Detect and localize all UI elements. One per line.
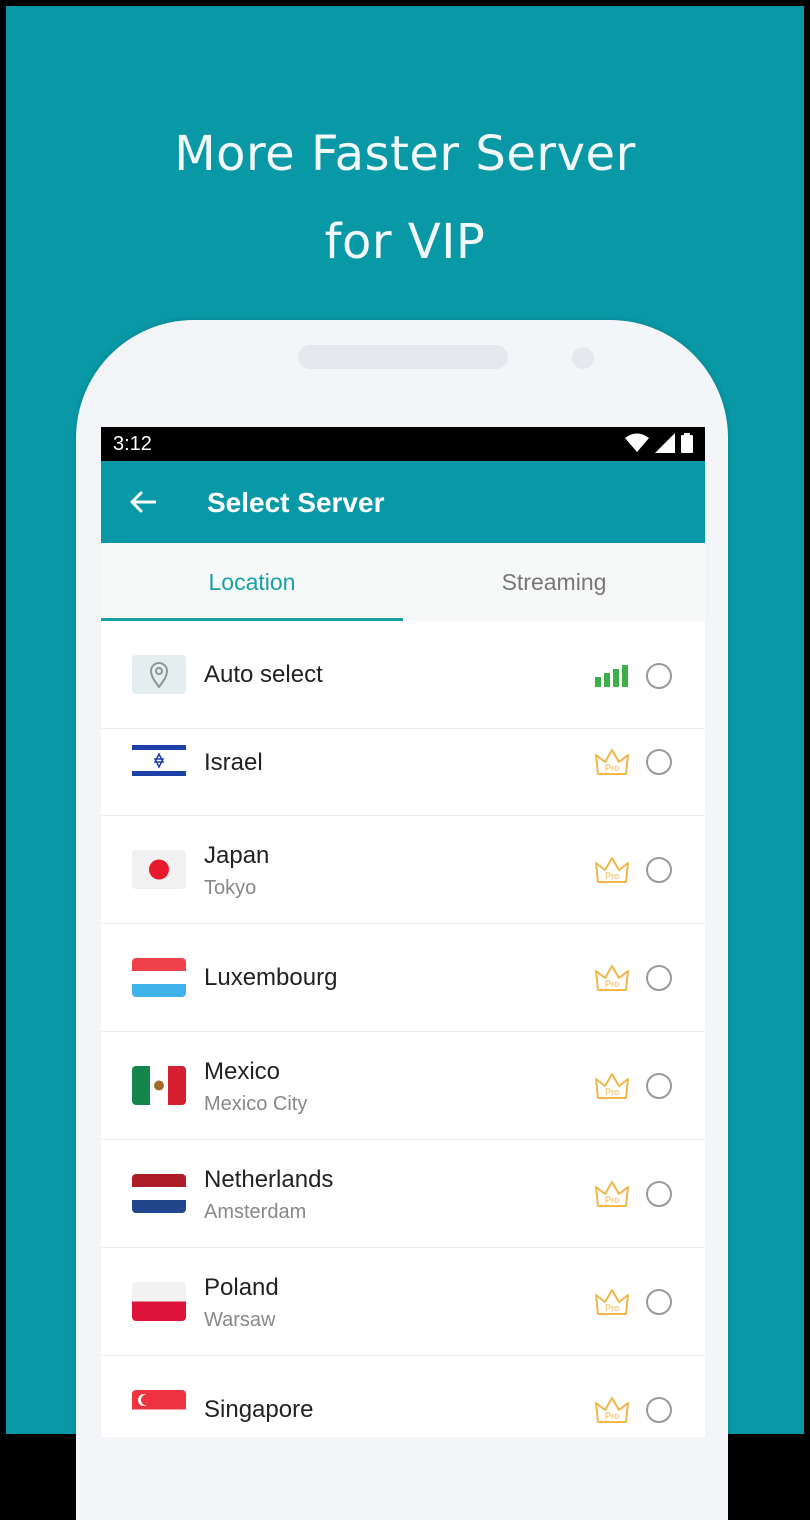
svg-text:Pro: Pro xyxy=(605,871,619,881)
luxembourg-flag-icon xyxy=(132,958,186,997)
server-item-auto-select[interactable]: Auto select xyxy=(101,621,705,729)
server-item-mexico[interactable]: Mexico Mexico City Pro xyxy=(101,1032,705,1140)
server-name: Mexico xyxy=(204,1058,281,1085)
tab-location[interactable]: Location xyxy=(101,543,403,621)
svg-text:Pro: Pro xyxy=(605,1195,619,1205)
server-name: Poland xyxy=(204,1274,279,1301)
server-radio[interactable] xyxy=(646,749,672,775)
server-item-netherlands[interactable]: Netherlands Amsterdam Pro xyxy=(101,1140,705,1248)
back-button[interactable] xyxy=(121,483,165,521)
svg-text:Pro: Pro xyxy=(605,979,619,989)
tab-bar: Location Streaming xyxy=(101,543,705,621)
server-city: Warsaw xyxy=(204,1309,276,1331)
server-item-japan[interactable]: Japan Tokyo Pro xyxy=(101,816,705,924)
cell-signal-icon xyxy=(655,433,675,453)
server-item-poland[interactable]: Poland Warsaw Pro xyxy=(101,1248,705,1356)
pro-crown-icon: Pro xyxy=(595,1181,629,1207)
status-bar: 3:12 xyxy=(101,427,705,461)
promo-headline-line2: for VIP xyxy=(324,214,486,270)
israel-flag-icon xyxy=(132,741,186,780)
pro-crown-icon: Pro xyxy=(595,965,629,991)
pro-crown-icon: Pro xyxy=(595,857,629,883)
mexico-flag-icon xyxy=(132,1066,186,1105)
back-arrow-icon xyxy=(130,491,156,513)
location-pin-icon xyxy=(132,655,186,694)
signal-bars-icon xyxy=(595,665,628,687)
pro-crown-icon: Pro xyxy=(595,1289,629,1315)
server-radio[interactable] xyxy=(646,857,672,883)
server-city: Tokyo xyxy=(204,877,257,899)
server-name: Singapore xyxy=(204,1396,314,1423)
battery-icon xyxy=(681,433,693,453)
app-bar: Select Server xyxy=(101,461,705,543)
japan-flag-icon xyxy=(132,850,186,889)
server-name: Auto select xyxy=(204,661,323,688)
server-radio[interactable] xyxy=(646,965,672,991)
status-time: 3:12 xyxy=(113,433,152,455)
pro-crown-icon: Pro xyxy=(595,749,629,775)
svg-text:Pro: Pro xyxy=(605,1087,619,1097)
server-radio[interactable] xyxy=(646,1289,672,1315)
svg-text:Pro: Pro xyxy=(605,1411,619,1421)
pro-crown-icon: Pro xyxy=(595,1397,629,1423)
page-title: Select Server xyxy=(207,487,385,518)
singapore-flag-icon xyxy=(132,1390,186,1429)
server-radio[interactable] xyxy=(646,663,672,689)
svg-text:Pro: Pro xyxy=(605,763,619,773)
wifi-icon xyxy=(625,433,649,452)
server-name: Japan xyxy=(204,842,270,869)
netherlands-flag-icon xyxy=(132,1174,186,1213)
svg-text:Pro: Pro xyxy=(605,1303,619,1313)
server-radio[interactable] xyxy=(646,1397,672,1423)
phone-speaker xyxy=(298,345,508,369)
server-name: Luxembourg xyxy=(204,964,338,991)
server-item-luxembourg[interactable]: Luxembourg Pro xyxy=(101,924,705,1032)
server-list: Auto select Israel Pro Japan Tokyo Pro L… xyxy=(101,621,705,1437)
poland-flag-icon xyxy=(132,1282,186,1321)
promo-headline-line1: More Faster Server xyxy=(174,126,636,182)
server-name: Netherlands xyxy=(204,1166,334,1193)
pro-crown-icon: Pro xyxy=(595,1073,629,1099)
server-radio[interactable] xyxy=(646,1073,672,1099)
phone-camera xyxy=(572,347,594,369)
tab-streaming[interactable]: Streaming xyxy=(403,543,705,621)
server-name: Israel xyxy=(204,749,263,776)
server-item-singapore[interactable]: Singapore Pro xyxy=(101,1356,705,1437)
phone-screen: 3:12 Select Server Location Streaming Au… xyxy=(101,427,705,1437)
server-item-israel[interactable]: Israel Pro xyxy=(101,729,705,816)
server-city: Mexico City xyxy=(204,1093,308,1115)
server-city: Amsterdam xyxy=(204,1201,307,1223)
status-icons xyxy=(625,433,693,453)
server-radio[interactable] xyxy=(646,1181,672,1207)
